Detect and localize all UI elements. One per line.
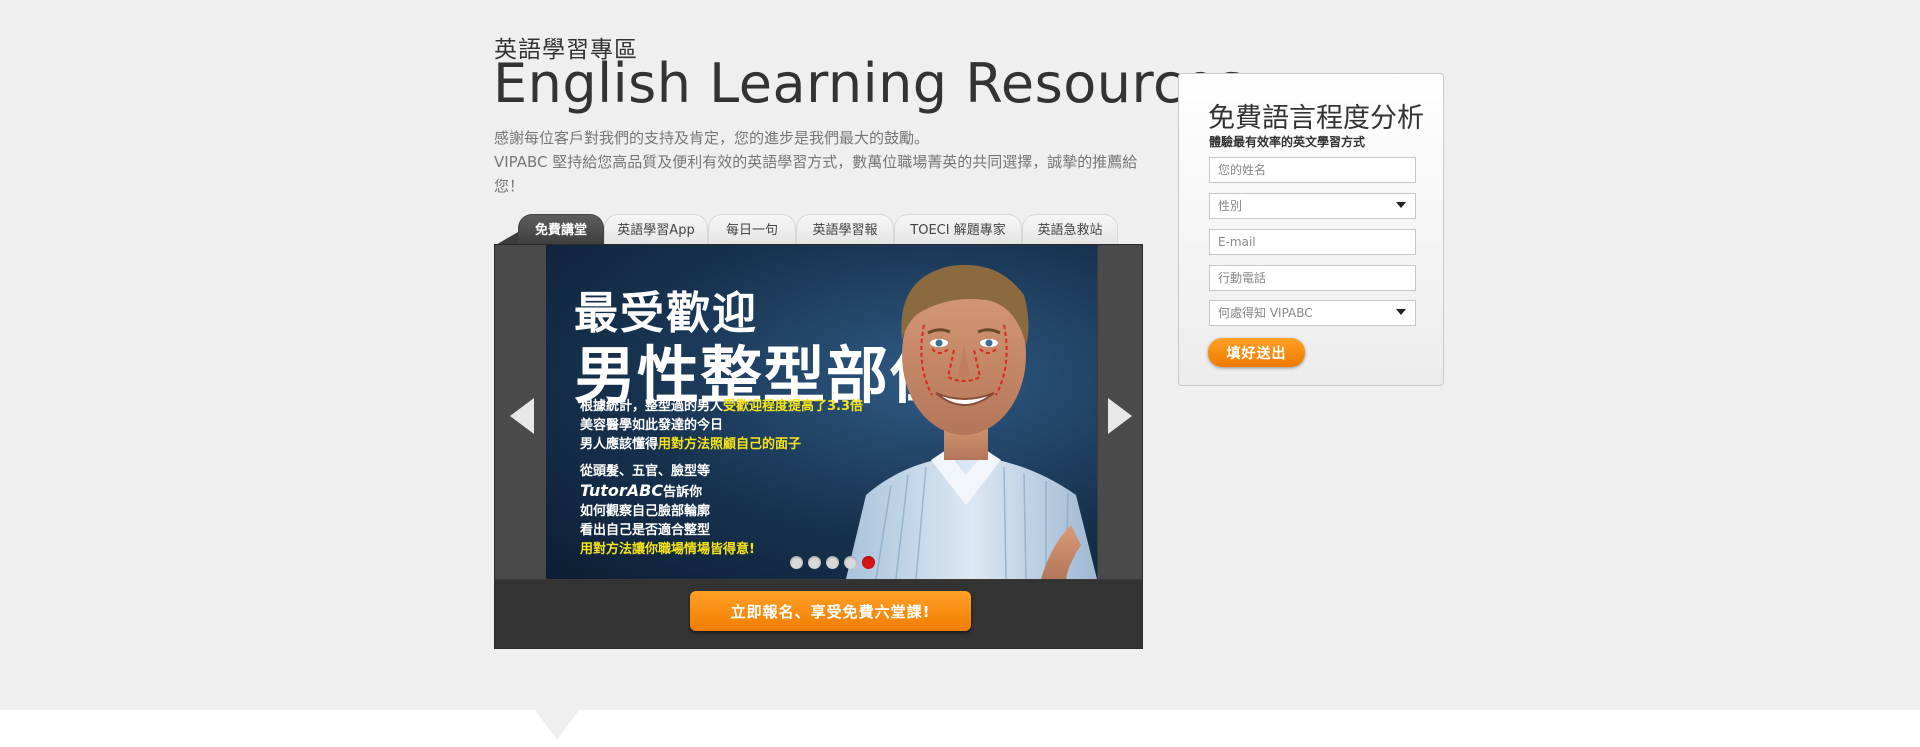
arrow-right-icon[interactable] bbox=[1108, 398, 1132, 434]
page-title: English Learning Resources bbox=[493, 52, 1246, 115]
source-select[interactable]: 何處得知 VIPABC bbox=[1209, 300, 1416, 326]
tab-english-app[interactable]: 英語學習App bbox=[604, 214, 708, 246]
tab-english-rescue[interactable]: 英語急救站 bbox=[1022, 214, 1118, 246]
banner-line-5-text: 告訴你 bbox=[663, 485, 703, 500]
intro-line-2: VIPABC 堅持給您高品質及便利有效的英語學習方式，數萬位職場菁英的共同選擇，… bbox=[494, 153, 1138, 195]
signup-free-lessons-button[interactable]: 立即報名、享受免費六堂課! bbox=[690, 591, 971, 631]
email-field[interactable] bbox=[1209, 229, 1416, 255]
banner-line-1: 根據統計，整型過的男人受歡迎程度提高了3.3倍 bbox=[580, 397, 863, 416]
section-pointer bbox=[535, 710, 579, 740]
gender-select-value: 性別 bbox=[1218, 199, 1243, 213]
tutorabc-brand: TutorABC bbox=[580, 481, 664, 500]
slide-dot-5[interactable] bbox=[862, 556, 875, 569]
banner-line-4: 從頭髮、五官、臉型等 bbox=[580, 464, 711, 479]
banner-line-8: 用對方法讓你職場情場皆得意! bbox=[580, 542, 755, 557]
resource-tabs: 免費講堂 英語學習App 每日一句 英語學習報 TOECI 解題專家 英語急救站 bbox=[494, 212, 1144, 246]
banner-line-3: 男人應該懂得用對方法照顧自己的面子 bbox=[580, 435, 863, 454]
caret-down-icon bbox=[1396, 202, 1406, 208]
intro-text: 感謝每位客戶對我們的支持及肯定，您的進步是我們最大的鼓勵。 VIPABC 堅持給… bbox=[494, 126, 1144, 198]
gender-select[interactable]: 性別 bbox=[1209, 193, 1416, 219]
slide-dot-4[interactable] bbox=[844, 556, 857, 569]
banner-line-3-text: 男人應該懂得 bbox=[580, 437, 659, 452]
arrow-left-icon[interactable] bbox=[510, 398, 534, 434]
slide-dot-1[interactable] bbox=[790, 556, 803, 569]
form-subtitle: 體驗最有效率的英文學習方式 bbox=[1209, 135, 1366, 149]
tab-free-lecture[interactable]: 免費講堂 bbox=[518, 214, 604, 246]
submit-button[interactable]: 填好送出 bbox=[1208, 338, 1305, 367]
caret-down-icon bbox=[1396, 309, 1406, 315]
phone-field[interactable] bbox=[1209, 265, 1416, 291]
slide-dot-3[interactable] bbox=[826, 556, 839, 569]
source-select-value: 何處得知 VIPABC bbox=[1218, 306, 1313, 320]
intro-line-1: 感謝每位客戶對我們的支持及肯定，您的進步是我們最大的鼓勵。 bbox=[494, 129, 930, 147]
tab-daily-sentence[interactable]: 每日一句 bbox=[708, 214, 796, 246]
banner-line-3-highlight: 用對方法照顧自己的面子 bbox=[658, 437, 802, 452]
slide-banner[interactable]: 最受歡迎 男性整型部位 根據統計，整型過的男人受歡迎程度提高了3.3倍 美容醫學… bbox=[546, 245, 1097, 579]
name-field[interactable] bbox=[1209, 157, 1416, 183]
banner-line-2: 美容醫學如此發達的今日 bbox=[580, 418, 724, 433]
banner-line-6: 如何觀察自己臉部輪廓 bbox=[580, 504, 711, 519]
smiling-man-photo bbox=[846, 264, 1097, 579]
tab-english-newsletter[interactable]: 英語學習報 bbox=[796, 214, 894, 246]
footer-band bbox=[0, 710, 1920, 747]
slide-dot-2[interactable] bbox=[808, 556, 821, 569]
banner-line-7: 看出自己是否適合整型 bbox=[580, 523, 711, 538]
tab-toeic-expert[interactable]: TOECI 解題專家 bbox=[894, 214, 1022, 246]
banner-line-5: TutorABC告訴你 bbox=[580, 481, 863, 502]
form-title: 免費語言程度分析 bbox=[1208, 103, 1424, 134]
banner-body: 根據統計，整型過的男人受歡迎程度提高了3.3倍 美容醫學如此發達的今日 男人應該… bbox=[580, 397, 863, 559]
banner-line-1-text: 根據統計，整型過的男人 bbox=[580, 399, 724, 414]
